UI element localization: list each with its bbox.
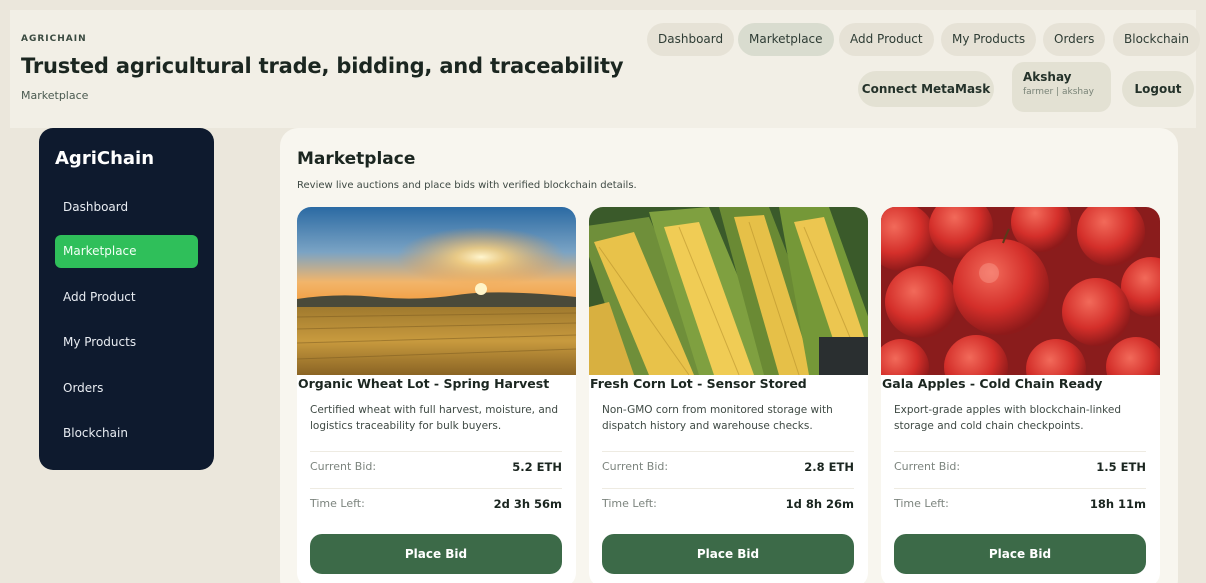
sidebar-item-add-product[interactable]: Add Product xyxy=(55,281,198,314)
nav-my-products[interactable]: My Products xyxy=(941,23,1037,56)
page-title: Trusted agricultural trade, bidding, and… xyxy=(21,54,624,78)
sidebar-item-dashboard[interactable]: Dashboard xyxy=(55,191,198,224)
sidebar-item-blockchain[interactable]: Blockchain xyxy=(55,417,198,450)
nav-add-product[interactable]: Add Product xyxy=(839,23,934,56)
nav-dashboard[interactable]: Dashboard xyxy=(647,23,735,56)
product-description: Non-GMO corn from monitored storage with… xyxy=(602,404,833,432)
user-card[interactable]: Akshay farmer | akshay xyxy=(1012,62,1111,112)
current-bid-row: Current Bid: 5.2 ETH xyxy=(310,451,562,481)
place-bid-button[interactable]: Place Bid xyxy=(894,534,1146,574)
product-title: Gala Apples - Cold Chain Ready xyxy=(882,376,1103,391)
sidebar-item-my-products[interactable]: My Products xyxy=(55,326,198,359)
corn-image xyxy=(589,207,868,375)
product-description: Certified wheat with full harvest, moist… xyxy=(310,404,559,432)
time-left-label: Time Left: xyxy=(602,497,657,510)
time-left-value: 2d 3h 56m xyxy=(493,497,562,511)
breadcrumb: Marketplace xyxy=(21,89,89,102)
sidebar-brand: AgriChain xyxy=(55,148,155,169)
time-left-label: Time Left: xyxy=(310,497,365,510)
time-left-row: Time Left: 2d 3h 56m xyxy=(310,488,562,518)
logout-button[interactable]: Logout xyxy=(1122,71,1194,107)
sidebar-item-orders[interactable]: Orders xyxy=(55,372,198,405)
nav-marketplace[interactable]: Marketplace xyxy=(738,23,834,56)
current-bid-label: Current Bid: xyxy=(602,460,669,473)
section-subtitle: Review live auctions and place bids with… xyxy=(297,180,637,191)
place-bid-button[interactable]: Place Bid xyxy=(310,534,562,574)
product-description: Export-grade apples with blockchain-link… xyxy=(894,404,1122,432)
current-bid-label: Current Bid: xyxy=(310,460,377,473)
nav-blockchain[interactable]: Blockchain xyxy=(1113,23,1200,56)
nav-orders[interactable]: Orders xyxy=(1043,23,1106,56)
current-bid-value: 1.5 ETH xyxy=(1096,460,1146,474)
apples-image xyxy=(881,207,1160,375)
user-name: Akshay xyxy=(1023,70,1072,84)
time-left-row: Time Left: 18h 11m xyxy=(894,488,1146,518)
section-title: Marketplace xyxy=(297,149,416,169)
marketplace-panel: Marketplace Review live auctions and pla… xyxy=(280,128,1178,583)
product-card: Gala Apples - Cold Chain Ready Export-gr… xyxy=(881,207,1160,583)
time-left-row: Time Left: 1d 8h 26m xyxy=(602,488,854,518)
top-header: AGRICHAIN Trusted agricultural trade, bi… xyxy=(10,10,1200,128)
connect-metamask-button[interactable]: Connect MetaMask xyxy=(858,71,994,107)
brand-label: AGRICHAIN xyxy=(21,34,87,44)
sidebar: AgriChain Dashboard Marketplace Add Prod… xyxy=(39,128,214,470)
place-bid-button[interactable]: Place Bid xyxy=(602,534,854,574)
product-card: Fresh Corn Lot - Sensor Stored Non-GMO c… xyxy=(589,207,868,583)
product-card: Organic Wheat Lot - Spring Harvest Certi… xyxy=(297,207,576,583)
current-bid-value: 2.8 ETH xyxy=(804,460,854,474)
current-bid-row: Current Bid: 2.8 ETH xyxy=(602,451,854,481)
sidebar-item-marketplace[interactable]: Marketplace xyxy=(55,235,198,268)
current-bid-row: Current Bid: 1.5 ETH xyxy=(894,451,1146,481)
user-role: farmer | akshay xyxy=(1023,87,1094,97)
time-left-value: 1d 8h 26m xyxy=(785,497,854,511)
time-left-value: 18h 11m xyxy=(1089,497,1146,511)
current-bid-value: 5.2 ETH xyxy=(512,460,562,474)
product-title: Fresh Corn Lot - Sensor Stored xyxy=(590,376,807,391)
time-left-label: Time Left: xyxy=(894,497,949,510)
wheat-field-image xyxy=(297,207,576,375)
product-title: Organic Wheat Lot - Spring Harvest xyxy=(298,376,550,391)
current-bid-label: Current Bid: xyxy=(894,460,961,473)
